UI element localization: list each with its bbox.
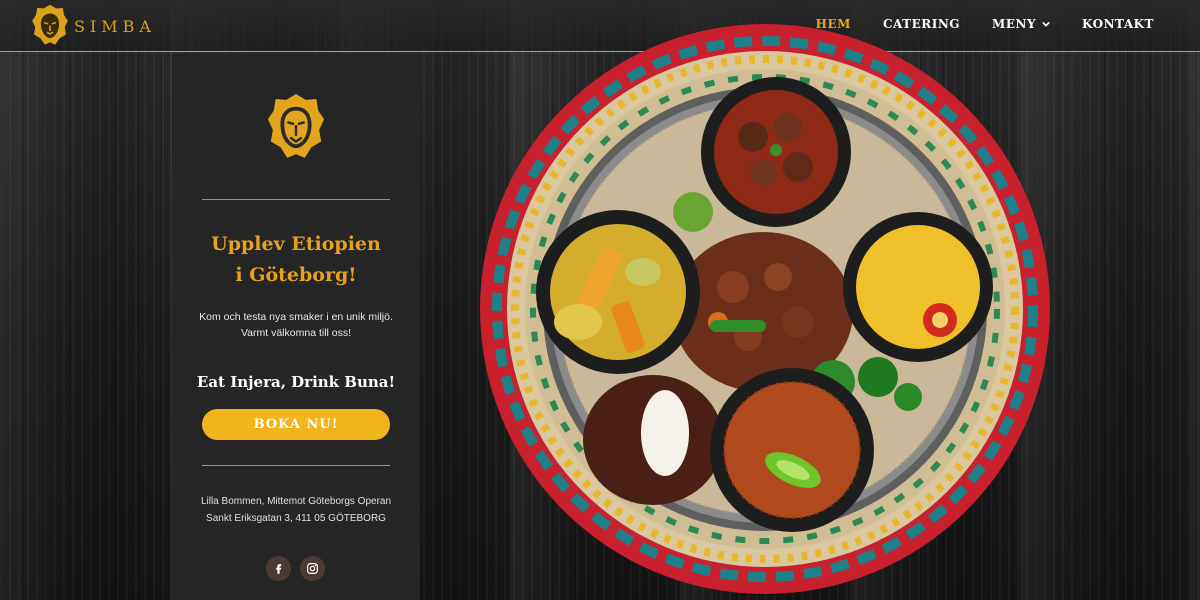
nav-item-label: KONTAKT [1082,17,1154,31]
headline-line: Upplev Etiopien [211,233,381,255]
divider [202,465,390,466]
page-title: Upplev Etiopien i Göteborg! [172,229,420,291]
slogan: Eat Injera, Drink Buna! [196,373,396,391]
address-line: Sankt Eriksgatan 3, 411 05 GÖTEBORG [206,513,386,524]
instagram-icon [307,563,318,574]
tagline-line: Kom och testa nya smaker i en unik miljö… [199,311,393,323]
address-line: Lilla Bommen, Mittemot Göteborgs Operan [200,496,392,507]
intro-panel: Upplev Etiopien i Göteborg! Kom och test… [172,53,420,600]
brand-name: SIMBA [74,16,156,36]
social-links [266,556,325,581]
facebook-link[interactable] [266,556,291,581]
tagline-line: Varmt välkomna till oss! [240,327,352,339]
lion-head-icon [267,94,325,158]
hero-food-image [480,24,1050,594]
instagram-link[interactable] [300,556,325,581]
divider [202,199,390,200]
address: Lilla Bommen, Mittemot Göteborgs Operan … [182,493,410,527]
nav-item-kontakt[interactable]: KONTAKT [1082,17,1154,31]
headline-line: i Göteborg! [235,264,357,286]
book-now-button[interactable]: BOKA NU! [202,409,390,440]
brand-logo-link[interactable]: SIMBA [32,4,156,46]
facebook-icon [276,564,282,574]
tagline: Kom och testa nya smaker i en unik miljö… [192,309,400,341]
lion-head-icon [32,4,68,45]
